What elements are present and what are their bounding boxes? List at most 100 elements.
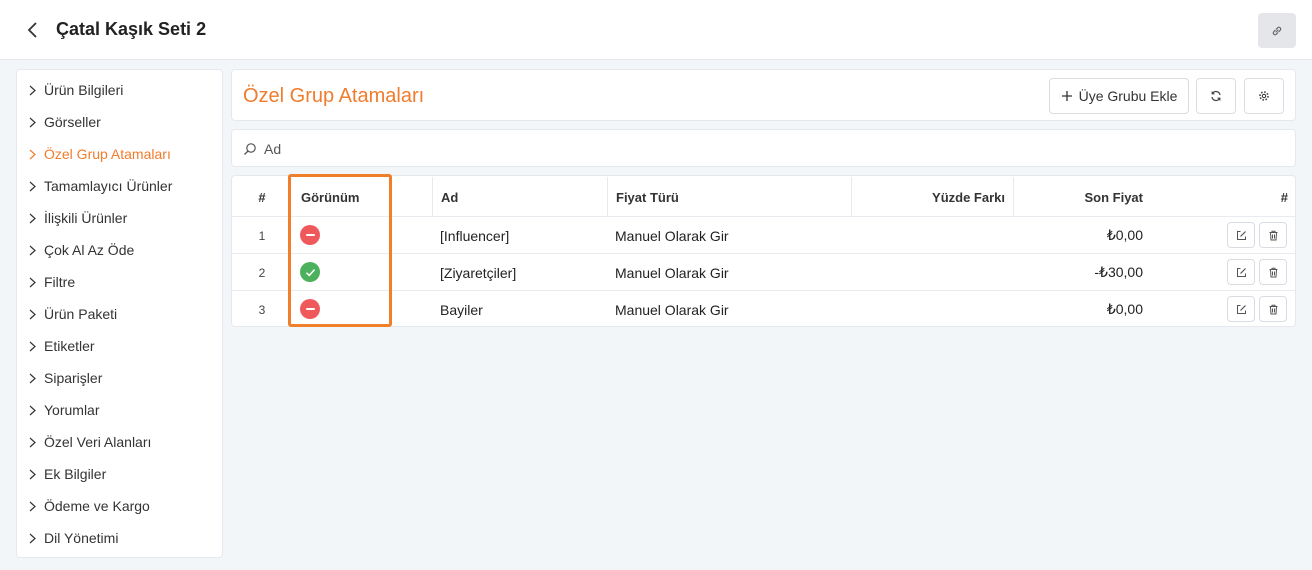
column-header-price-type[interactable]: Fiyat Türü	[616, 177, 679, 217]
status-hidden-icon[interactable]	[300, 225, 320, 245]
chevron-right-icon	[29, 532, 39, 544]
search-bar	[231, 129, 1296, 167]
sidebar-item-tamamlayici-urunler[interactable]: Tamamlayıcı Ürünler	[29, 174, 172, 198]
page-header-title: Çatal Kaşık Seti 2	[56, 19, 207, 39]
row-index: 1	[258, 228, 266, 243]
sidebar-item-label: Ürün Paketi	[44, 306, 118, 322]
percent-diff	[852, 217, 1005, 254]
chevron-right-icon	[29, 212, 39, 224]
section-header: Özel Grup Atamaları Üye Grubu Ekle	[231, 69, 1296, 121]
delete-button[interactable]	[1259, 222, 1287, 248]
price-type: Manuel Olarak Gir	[615, 264, 729, 281]
status-hidden-icon[interactable]	[300, 299, 320, 319]
row-index: 2	[258, 265, 266, 280]
percent-diff	[852, 291, 1005, 328]
add-member-group-label: Üye Grubu Ekle	[1078, 88, 1178, 104]
sidebar-item-label: Ek Bilgiler	[44, 466, 107, 482]
sidebar-item-cok-al-az-ode[interactable]: Çok Al Az Öde	[29, 238, 134, 262]
sidebar-item-urun-bilgileri[interactable]: Ürün Bilgileri	[29, 78, 123, 102]
edit-button[interactable]	[1227, 296, 1255, 322]
sidebar-item-dil-yonetimi[interactable]: Dil Yönetimi	[29, 526, 118, 550]
row-index: 3	[258, 302, 266, 317]
sidebar-item-urun-paketi[interactable]: Ürün Paketi	[29, 302, 117, 326]
trash-icon	[1269, 267, 1277, 277]
chevron-right-icon	[29, 468, 39, 480]
chevron-right-icon	[29, 116, 39, 128]
edit-icon	[1236, 230, 1246, 240]
sidebar-item-label: Yorumlar	[44, 402, 100, 418]
chevron-right-icon	[29, 404, 39, 416]
chevron-right-icon	[29, 244, 39, 256]
final-price: ₺0,00	[1106, 301, 1143, 317]
sidebar-item-label: Özel Grup Atamaları	[44, 146, 171, 162]
sidebar-item-filtre[interactable]: Filtre	[29, 270, 75, 294]
top-bar: Çatal Kaşık Seti 2	[0, 0, 1312, 60]
column-header-actions: #	[1280, 189, 1288, 205]
edit-button[interactable]	[1227, 259, 1255, 285]
copy-link-button[interactable]	[1258, 13, 1296, 48]
column-divider	[607, 177, 608, 216]
group-name: [Influencer]	[440, 227, 510, 244]
column-header-percent-diff[interactable]: Yüzde Farkı	[852, 177, 1005, 217]
search-icon	[244, 143, 256, 155]
chevron-right-icon	[29, 372, 39, 384]
sidebar-item-ozel-veri-alanlari[interactable]: Özel Veri Alanları	[29, 430, 151, 454]
refresh-icon	[1211, 91, 1221, 101]
delete-button[interactable]	[1259, 296, 1287, 322]
sidebar-item-gorseller[interactable]: Görseller	[29, 110, 101, 134]
edit-icon	[1236, 304, 1246, 314]
percent-diff	[852, 254, 1005, 291]
edit-icon	[1236, 267, 1246, 277]
back-button[interactable]	[22, 18, 44, 42]
chevron-right-icon	[29, 436, 39, 448]
refresh-button[interactable]	[1196, 78, 1236, 114]
column-header-index: #	[258, 189, 266, 205]
settings-button[interactable]	[1244, 78, 1284, 114]
chevron-right-icon	[29, 84, 39, 96]
sidebar-item-iliskili-urunler[interactable]: İlişkili Ürünler	[29, 206, 127, 230]
price-type: Manuel Olarak Gir	[615, 301, 729, 318]
chevron-right-icon	[29, 148, 39, 160]
sidebar-item-label: İlişkili Ürünler	[44, 210, 128, 226]
sidebar: Ürün Bilgileri Görseller Özel Grup Atama…	[16, 69, 223, 558]
column-header-visibility[interactable]: Görünüm	[301, 177, 360, 217]
group-name: Bayiler	[440, 301, 483, 318]
status-visible-icon[interactable]	[300, 262, 320, 282]
plus-icon	[1061, 90, 1073, 102]
chevron-right-icon	[29, 500, 39, 512]
page-title: Özel Grup Atamaları	[243, 85, 425, 107]
trash-icon	[1269, 230, 1277, 240]
column-divider	[432, 177, 433, 216]
sidebar-item-label: Özel Veri Alanları	[44, 434, 152, 450]
sidebar-item-label: Çok Al Az Öde	[44, 242, 135, 258]
sidebar-item-label: Ödeme ve Kargo	[44, 498, 150, 514]
delete-button[interactable]	[1259, 259, 1287, 285]
link-icon	[1272, 26, 1282, 35]
final-price: -₺30,00	[1094, 264, 1143, 280]
column-header-final-price[interactable]: Son Fiyat	[1014, 177, 1143, 217]
sidebar-item-odeme-ve-kargo[interactable]: Ödeme ve Kargo	[29, 494, 150, 518]
gear-icon	[1259, 91, 1269, 101]
chevron-right-icon	[29, 276, 39, 288]
sidebar-item-label: Tamamlayıcı Ürünler	[44, 178, 173, 194]
sidebar-item-siparisler[interactable]: Siparişler	[29, 366, 102, 390]
final-price: ₺0,00	[1106, 227, 1143, 243]
edit-button[interactable]	[1227, 222, 1255, 248]
add-member-group-button[interactable]: Üye Grubu Ekle	[1049, 78, 1189, 114]
chevron-right-icon	[29, 308, 39, 320]
group-assignments-table: # Görünüm Ad Fiyat Türü Yüzde Farkı Son …	[231, 175, 1296, 327]
sidebar-item-label: Siparişler	[44, 370, 103, 386]
search-input[interactable]	[264, 137, 1284, 161]
sidebar-item-label: Görseller	[44, 114, 101, 130]
sidebar-item-etiketler[interactable]: Etiketler	[29, 334, 95, 358]
chevron-left-icon	[27, 22, 37, 38]
sidebar-item-label: Dil Yönetimi	[44, 530, 119, 546]
trash-icon	[1269, 304, 1277, 314]
sidebar-item-label: Filtre	[44, 274, 76, 290]
sidebar-item-ozel-grup-atamalari[interactable]: Özel Grup Atamaları	[29, 142, 171, 166]
sidebar-item-label: Etiketler	[44, 338, 95, 354]
column-header-name[interactable]: Ad	[441, 177, 458, 217]
sidebar-item-ek-bilgiler[interactable]: Ek Bilgiler	[29, 462, 106, 486]
price-type: Manuel Olarak Gir	[615, 227, 729, 244]
sidebar-item-yorumlar[interactable]: Yorumlar	[29, 398, 100, 422]
